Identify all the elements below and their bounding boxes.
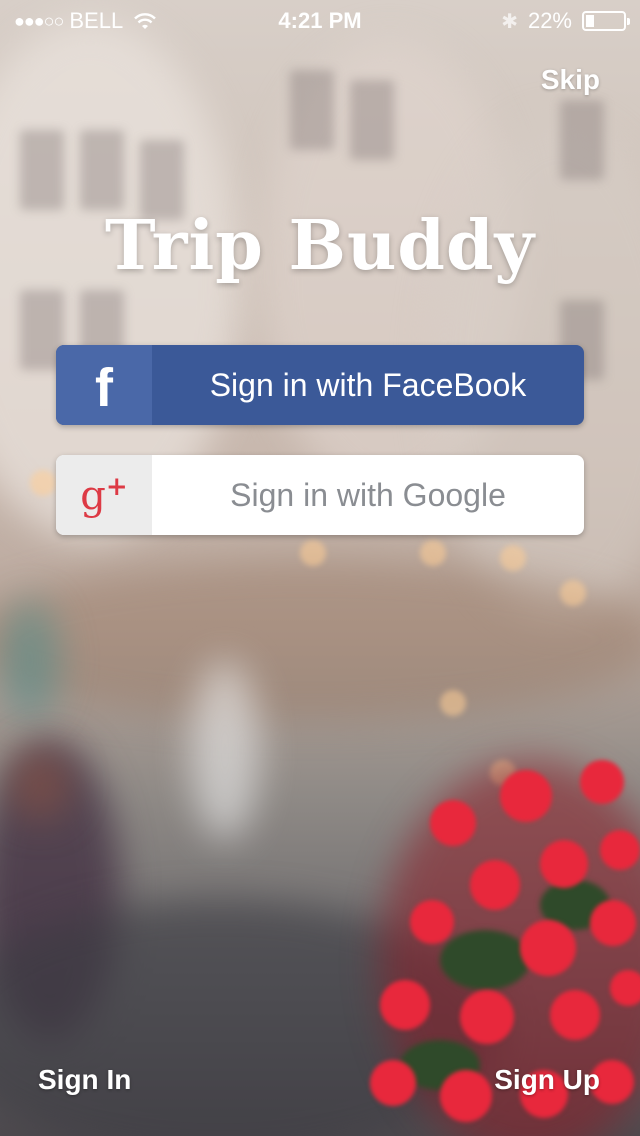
battery-fill <box>586 15 594 27</box>
status-right: ✱ 22% <box>501 8 630 34</box>
status-bar: ●●●○○ BELL 4:21 PM ✱ 22% <box>0 0 640 40</box>
facebook-icon-box: f <box>56 345 152 425</box>
facebook-sign-in-label: Sign in with FaceBook <box>209 366 527 403</box>
google-sign-in-button[interactable]: g+ Sign in with Google <box>56 455 584 535</box>
bluetooth-icon: ✱ <box>501 10 518 33</box>
google-sign-in-label: Sign in with Google <box>230 476 506 513</box>
sign-up-link[interactable]: Sign Up <box>494 1064 600 1096</box>
google-plus-icon: g+ <box>80 472 128 519</box>
google-icon-box: g+ <box>56 455 152 535</box>
app-title: Trip Buddy <box>104 206 536 286</box>
battery-percent: 22% <box>527 8 572 33</box>
battery-icon <box>582 11 630 31</box>
facebook-icon: f <box>95 358 113 418</box>
sign-in-link[interactable]: Sign In <box>38 1064 131 1096</box>
background-photo <box>0 0 640 1136</box>
facebook-sign-in-button[interactable]: f Sign in with FaceBook <box>56 345 584 425</box>
skip-button[interactable]: Skip <box>541 64 600 96</box>
